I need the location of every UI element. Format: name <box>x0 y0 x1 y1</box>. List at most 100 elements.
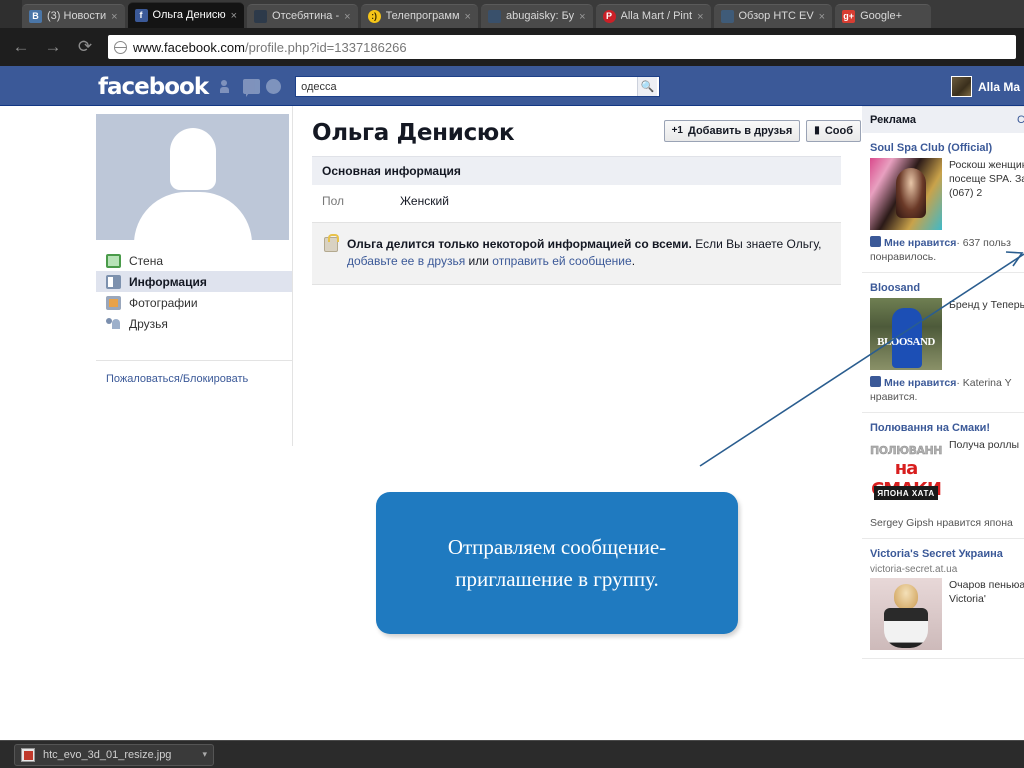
privacy-notice: Ольга делится только некоторой информаци… <box>312 222 841 285</box>
lock-icon <box>324 237 338 252</box>
notifications-icon[interactable] <box>266 79 281 94</box>
facebook-search[interactable]: 🔍 <box>295 76 660 97</box>
send-message-link[interactable]: отправить ей сообщение <box>492 254 631 268</box>
annotation-line-2: приглашение в группу. <box>448 563 666 595</box>
annotation-text: Отправляем сообщение- приглашение в груп… <box>448 531 666 595</box>
ad-text: Получа роллы <box>949 438 1019 510</box>
url-domain: www.facebook.com <box>133 40 245 55</box>
address-bar[interactable]: www.facebook.com/profile.php?id=13371862… <box>108 35 1016 59</box>
ad-body: Бренд у Теперь <box>870 298 1024 370</box>
browser-tab[interactable]: abugaisky: Бу × <box>481 4 593 28</box>
ad-like-tail: понравилось. <box>870 250 1024 264</box>
download-item[interactable]: htc_evo_3d_01_resize.jpg ▾ <box>14 744 214 766</box>
add-friend-link[interactable]: добавьте ее в друзья <box>347 254 465 268</box>
ad-subtitle: victoria-secret.at.ua <box>870 564 1024 575</box>
ads-sidebar: Реклама Соз Soul Spa Club (Official) Рос… <box>862 106 1024 659</box>
tab-close-icon[interactable]: × <box>231 10 237 22</box>
search-input[interactable] <box>301 81 637 93</box>
ad-item[interactable]: Victoria's Secret Украина victoria-secre… <box>862 539 1024 659</box>
messages-icon[interactable] <box>243 79 260 94</box>
ad-body: ПОЛЮВАННЯ на СМАКИ ЯПОНА ХАТА Получа рол… <box>870 438 1024 510</box>
privacy-bold-text: Ольга делится только некоторой информаци… <box>347 237 692 251</box>
sidebar-item-label: Информация <box>129 275 207 289</box>
sidebar-item-label: Фотографии <box>129 296 198 310</box>
send-message-button[interactable]: ▮ Сооб <box>806 120 861 142</box>
back-icon[interactable]: ← <box>8 34 34 60</box>
search-icon[interactable]: 🔍 <box>637 77 657 96</box>
annotation-line-1: Отправляем сообщение- <box>448 531 666 563</box>
ad-title[interactable]: Полювання на Смаки! <box>870 421 1024 435</box>
current-user[interactable]: Alla Ma <box>951 76 1020 97</box>
user-name: Alla Ma <box>978 80 1020 94</box>
ad-thumbnail[interactable]: ПОЛЮВАННЯ на СМАКИ ЯПОНА ХАТА <box>870 438 942 510</box>
vk-icon: B <box>29 10 42 23</box>
person-icon <box>254 10 267 23</box>
tab-title: Обзор HTC EV <box>739 10 814 23</box>
sidebar-item-info[interactable]: Информация <box>96 271 292 292</box>
chevron-down-icon[interactable]: ▾ <box>202 749 207 760</box>
tab-close-icon[interactable]: × <box>111 11 117 23</box>
ad-thumbnail[interactable] <box>870 158 942 230</box>
privacy-mid-text: или <box>465 254 492 268</box>
tab-close-icon[interactable]: × <box>697 11 703 23</box>
ad-like-label[interactable]: Мне нравится <box>884 377 956 389</box>
navigation-bar: ← → ⟳ www.facebook.com/profile.php?id=13… <box>0 28 1024 68</box>
image-file-icon <box>21 748 35 762</box>
tab-close-icon[interactable]: × <box>344 11 350 23</box>
ad-title[interactable]: Soul Spa Club (Official) <box>870 141 1024 155</box>
url-text: www.facebook.com/profile.php?id=13371862… <box>133 40 407 55</box>
sidebar-item-wall[interactable]: Стена <box>96 250 292 271</box>
profile-action-buttons: +1 Добавить в друзья ▮ Сооб <box>664 120 861 142</box>
reload-icon[interactable]: ⟳ <box>72 34 98 60</box>
profile-photo[interactable] <box>96 114 289 240</box>
wall-icon <box>106 254 121 268</box>
tab-close-icon[interactable]: × <box>579 11 585 23</box>
section-title: Основная информация <box>312 156 841 185</box>
page-content: Стена Информация Фотографии Друзья Пожал… <box>0 106 1024 757</box>
privacy-rest-text: Если Вы знаете Ольгу, <box>692 237 822 251</box>
tab-title: (3) Новости <box>47 10 106 23</box>
pinterest-icon: P <box>603 10 616 23</box>
ad-thumbnail[interactable] <box>870 298 942 370</box>
browser-tab[interactable]: Отсебятина - × <box>247 4 358 28</box>
facebook-top-bar: facebook 🔍 Alla Ma <box>0 68 1024 106</box>
tab-title: Телепрограмм <box>386 10 460 23</box>
ad-like-count: Sergey Gipsh нравится япона <box>870 517 1013 529</box>
ad-item[interactable]: Bloosand Бренд у Теперь Мне нравится· Ka… <box>862 273 1024 413</box>
browser-tab[interactable]: P Alla Mart / Pint × <box>596 4 711 28</box>
htc-icon <box>721 10 734 23</box>
ad-thumb-line1: ПОЛЮВАННЯ <box>870 444 942 457</box>
info-icon <box>106 275 121 289</box>
url-path: /profile.php?id=1337186266 <box>245 40 407 55</box>
ad-title[interactable]: Victoria's Secret Украина <box>870 547 1024 561</box>
add-friend-label: Добавить в друзья <box>688 125 792 137</box>
report-block-link[interactable]: Пожаловаться/Блокировать <box>96 360 292 385</box>
ad-item[interactable]: Soul Spa Club (Official) Роскош женщин п… <box>862 133 1024 273</box>
browser-tab-active[interactable]: f Ольга Денисю × <box>128 2 245 28</box>
ad-like-label[interactable]: Мне нравится <box>884 237 956 249</box>
ad-item[interactable]: Полювання на Смаки! ПОЛЮВАННЯ на СМАКИ Я… <box>862 413 1024 539</box>
facebook-logo[interactable]: facebook <box>98 74 208 100</box>
privacy-notice-text: Ольга делится только некоторой информаци… <box>347 236 829 270</box>
facebook-nav-icons <box>220 79 281 94</box>
sidebar-item-friends[interactable]: Друзья <box>96 313 292 334</box>
ad-text: Очаров пеньюа Victoria' <box>949 578 1024 650</box>
browser-tab[interactable]: B (3) Новости × <box>22 4 125 28</box>
tab-close-icon[interactable]: × <box>465 11 471 23</box>
avatar-head-shape <box>170 128 216 190</box>
browser-tab[interactable]: g+ Google+ <box>835 4 931 28</box>
friend-requests-icon[interactable] <box>220 79 237 94</box>
browser-tab[interactable]: :) Телепрограмм × <box>361 4 478 28</box>
ad-social-proof: Sergey Gipsh нравится япона <box>870 516 1024 530</box>
sidebar-item-photos[interactable]: Фотографии <box>96 292 292 313</box>
add-friend-button[interactable]: +1 Добавить в друзья <box>664 120 801 142</box>
forward-icon[interactable]: → <box>40 34 66 60</box>
friends-icon <box>106 317 121 331</box>
tab-close-icon[interactable]: × <box>819 11 825 23</box>
ad-thumbnail[interactable] <box>870 578 942 650</box>
create-ad-link[interactable]: Соз <box>1017 114 1024 126</box>
ad-title[interactable]: Bloosand <box>870 281 1024 295</box>
sidebar-item-label: Стена <box>129 254 163 268</box>
download-bar: htc_evo_3d_01_resize.jpg ▾ <box>0 740 1024 768</box>
browser-tab[interactable]: Обзор HTC EV × <box>714 4 833 28</box>
